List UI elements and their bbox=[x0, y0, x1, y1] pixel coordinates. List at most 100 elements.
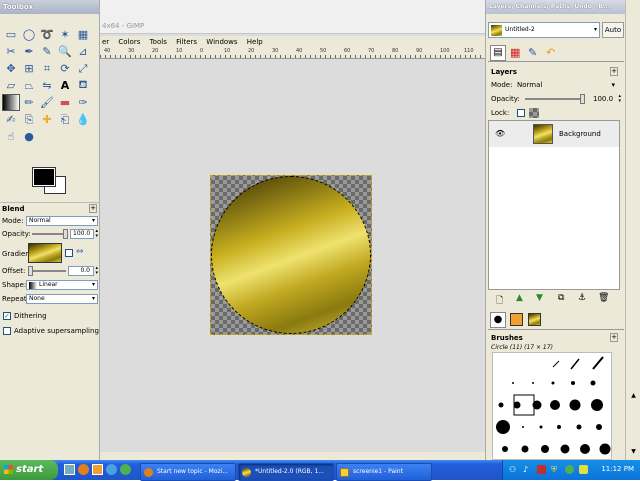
blend-menu-icon[interactable]: + bbox=[89, 204, 97, 213]
raise-layer-icon[interactable]: ▲ bbox=[516, 293, 523, 303]
auto-button[interactable]: Auto bbox=[602, 22, 624, 38]
eraser-icon[interactable]: ▬ bbox=[56, 94, 74, 111]
rotate-icon[interactable]: ⟳ bbox=[56, 60, 74, 77]
move-icon[interactable]: ✥ bbox=[2, 60, 20, 77]
lock-alpha-icon[interactable] bbox=[529, 108, 539, 118]
blend-shape-select[interactable]: Linear ▾ bbox=[26, 280, 98, 290]
quicklaunch-messenger-icon[interactable] bbox=[120, 464, 131, 475]
bucket-fill-icon[interactable]: ⛾ bbox=[74, 77, 92, 94]
menu-windows[interactable]: Windows bbox=[206, 38, 237, 46]
adaptive-supersampling-checkbox[interactable] bbox=[3, 327, 11, 335]
layers-opacity-slider[interactable] bbox=[525, 98, 585, 100]
layers-opacity-spin-icon[interactable]: ▴ ▾ bbox=[618, 94, 621, 104]
blur-icon[interactable]: 💧 bbox=[74, 111, 92, 128]
image-canvas[interactable] bbox=[210, 175, 372, 335]
horizontal-ruler[interactable]: 40 30 20 10 0 10 20 30 40 50 60 70 80 90 100 110 bbox=[100, 48, 485, 59]
task-gimp[interactable]: *Untitled-2.0 (RGB, 1... bbox=[238, 463, 334, 481]
image-selector[interactable]: Untitled-2 ▾ bbox=[488, 22, 600, 38]
blend-offset-spin-icon[interactable]: ▴ ▾ bbox=[95, 266, 98, 276]
anchor-layer-icon[interactable]: ⚓ bbox=[578, 293, 586, 303]
menu-filters[interactable]: Filters bbox=[176, 38, 197, 46]
perspective-icon[interactable]: ⏢ bbox=[20, 77, 38, 94]
channels-tab-icon[interactable]: ▦ bbox=[510, 46, 520, 59]
gradients-tab-icon[interactable] bbox=[528, 313, 541, 326]
dock-scrollbar[interactable]: ▲ ▼ bbox=[625, 0, 640, 460]
layers-mode-select[interactable]: Normal ▾ bbox=[517, 80, 617, 90]
clone-icon[interactable]: ⎘ bbox=[20, 111, 38, 128]
measure-icon[interactable]: ⊿ bbox=[74, 43, 92, 60]
pencil-icon[interactable]: ✏ bbox=[20, 94, 38, 111]
task-paint[interactable]: screenie1 - Paint bbox=[336, 463, 432, 481]
color-picker-icon[interactable]: ✎ bbox=[38, 43, 56, 60]
blend-mode-select[interactable]: Normal ▾ bbox=[26, 216, 98, 226]
gradient-preview[interactable] bbox=[28, 243, 62, 263]
layers-tab-icon[interactable]: ▤ bbox=[490, 45, 506, 61]
lock-pixels-checkbox[interactable] bbox=[517, 109, 525, 117]
patterns-tab-icon[interactable] bbox=[510, 313, 523, 326]
ink-icon[interactable]: ✍ bbox=[2, 111, 20, 128]
heal-icon[interactable]: ✚ bbox=[38, 111, 56, 128]
layers-opacity-input[interactable]: 100.0 bbox=[593, 94, 615, 104]
dithering-checkbox[interactable]: ✓ bbox=[3, 312, 11, 320]
paths-icon[interactable]: ✒ bbox=[20, 43, 38, 60]
blend-repeat-select[interactable]: None ▾ bbox=[26, 294, 98, 304]
fg-color-swatch[interactable] bbox=[32, 167, 56, 187]
paths-tab-icon[interactable]: ✎ bbox=[528, 46, 537, 59]
quicklaunch-ie-icon[interactable] bbox=[106, 464, 117, 475]
task-mozilla[interactable]: Start new topic - Mozi... bbox=[140, 463, 236, 481]
color-select-icon[interactable]: ▦ bbox=[74, 26, 92, 43]
scissors-icon[interactable]: ✂ bbox=[2, 43, 20, 60]
eye-icon[interactable]: 👁 bbox=[495, 129, 505, 138]
tray-network-icon[interactable]: ⚇ bbox=[509, 465, 516, 474]
text-icon[interactable]: A bbox=[56, 77, 74, 94]
tray-app-icon[interactable] bbox=[537, 465, 546, 474]
shear-icon[interactable]: ▱ bbox=[2, 77, 20, 94]
canvas-area[interactable] bbox=[100, 60, 485, 452]
blend-opacity-spin-icon[interactable]: ▴ ▾ bbox=[95, 229, 98, 239]
flip-icon[interactable]: ⇋ bbox=[38, 77, 56, 94]
rect-select-icon[interactable]: ▭ bbox=[2, 26, 20, 43]
blend-offset-input[interactable]: 0.0 bbox=[68, 266, 94, 276]
tray-volume-icon[interactable]: ♪ bbox=[523, 465, 528, 474]
blend-icon[interactable] bbox=[2, 94, 20, 111]
lower-layer-icon[interactable]: ▼ bbox=[536, 293, 543, 303]
menu-help[interactable]: Help bbox=[247, 38, 263, 46]
menu-colors[interactable]: Colors bbox=[118, 38, 140, 46]
blend-offset-slider-handle[interactable] bbox=[28, 266, 33, 276]
tray-messenger-icon[interactable] bbox=[565, 465, 574, 474]
scale-icon[interactable]: ⤢ bbox=[74, 60, 92, 77]
quicklaunch-firefox-icon[interactable] bbox=[78, 464, 89, 475]
align-icon[interactable]: ⊞ bbox=[20, 60, 38, 77]
brushes-tab-icon[interactable]: ● bbox=[490, 312, 506, 328]
paintbrush-icon[interactable]: 🖌 bbox=[38, 94, 56, 111]
blend-opacity-input[interactable]: 100.0 bbox=[70, 229, 94, 239]
dodge-icon[interactable]: ● bbox=[20, 128, 38, 145]
blend-opacity-slider-handle[interactable] bbox=[63, 229, 68, 239]
gradient-reverse-checkbox[interactable] bbox=[65, 249, 73, 257]
undo-tab-icon[interactable]: ↶ bbox=[546, 46, 555, 59]
delete-layer-icon[interactable]: 🗑 bbox=[598, 293, 609, 303]
new-layer-icon[interactable]: 🗋 bbox=[496, 293, 503, 309]
layer-row[interactable]: 👁 Background bbox=[489, 121, 619, 147]
tray-update-icon[interactable] bbox=[579, 465, 588, 474]
crop-icon[interactable]: ⌗ bbox=[38, 60, 56, 77]
fuzzy-select-icon[interactable]: ✶ bbox=[56, 26, 74, 43]
duplicate-layer-icon[interactable]: ⧉ bbox=[558, 293, 564, 303]
start-button[interactable]: start bbox=[0, 460, 58, 480]
menu-tools[interactable]: Tools bbox=[150, 38, 167, 46]
perspective-clone-icon[interactable]: ⎗ bbox=[56, 111, 74, 128]
tray-security-icon[interactable]: ⛨ bbox=[551, 465, 557, 475]
clock[interactable]: 11:12 PM bbox=[601, 465, 634, 473]
quicklaunch-desktop-icon[interactable] bbox=[64, 464, 75, 475]
layers-menu-icon[interactable]: + bbox=[610, 67, 618, 76]
layers-opacity-slider-handle[interactable] bbox=[580, 94, 585, 104]
zoom-icon[interactable]: 🔍 bbox=[56, 43, 74, 60]
menu-item[interactable]: er bbox=[102, 38, 109, 46]
ellipse-select-icon[interactable]: ◯ bbox=[20, 26, 38, 43]
smudge-icon[interactable]: ☝ bbox=[2, 128, 20, 145]
brushes-menu-icon[interactable]: + bbox=[610, 333, 618, 342]
scroll-up-icon[interactable]: ▲ bbox=[628, 392, 639, 402]
image-scrollbar[interactable] bbox=[100, 452, 485, 460]
scroll-down-icon[interactable]: ▼ bbox=[628, 448, 639, 458]
brush-grid[interactable] bbox=[492, 352, 612, 460]
